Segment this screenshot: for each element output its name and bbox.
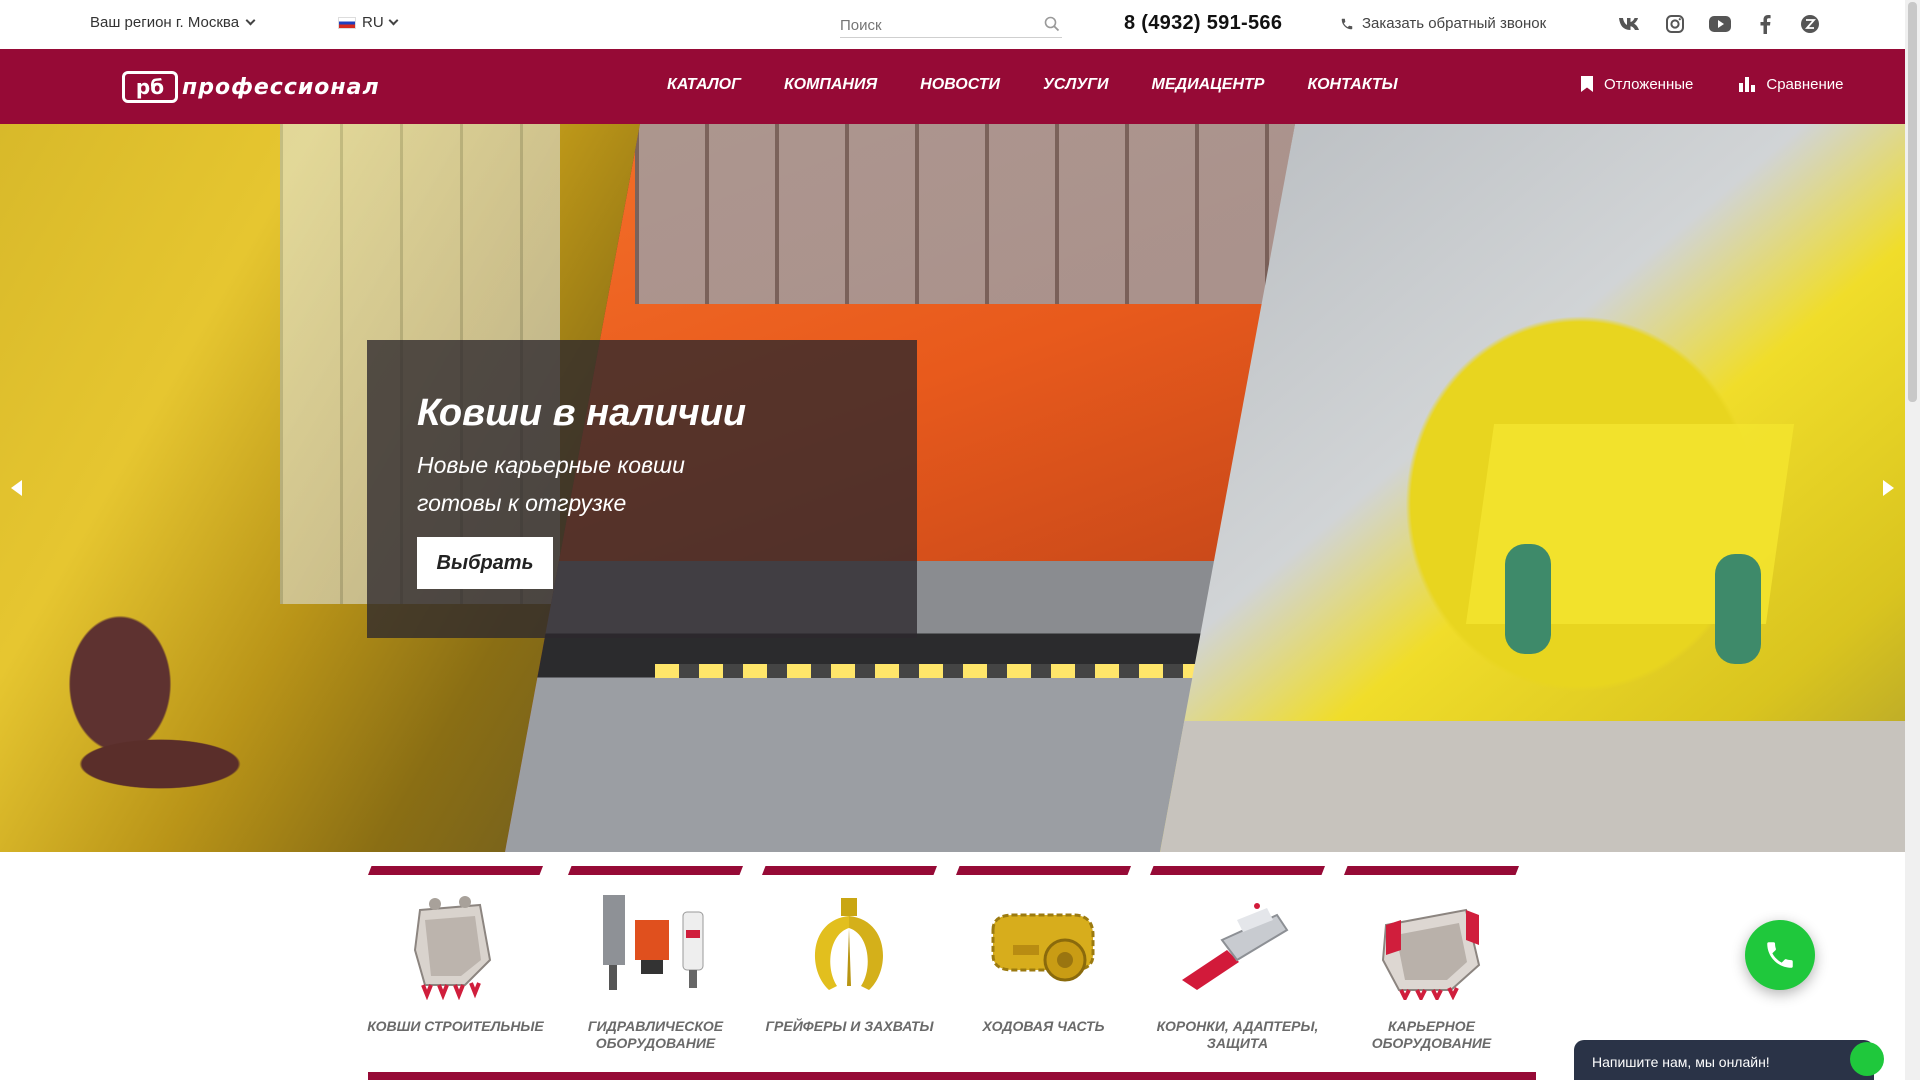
chat-widget[interactable]: Напишите нам, мы онлайн! <box>1574 1040 1884 1080</box>
category-bar <box>368 866 543 875</box>
hero-title: Ковши в наличии <box>417 392 747 434</box>
category-label: ХОДОВАЯ ЧАСТЬ <box>982 1018 1105 1034</box>
bar-chart-icon <box>1739 77 1756 92</box>
category-hydraulic[interactable]: ГИДРАВЛИЧЕСКОЕ ОБОРУДОВАНИЕ <box>568 866 743 1080</box>
chevron-down-icon <box>388 15 399 26</box>
region-selector[interactable]: Ваш регион г. Москва <box>90 14 256 31</box>
mining-bucket-icon <box>1381 908 1481 1000</box>
scrollbar-thumb[interactable] <box>1908 2 1917 402</box>
bucket-detail <box>1715 554 1761 664</box>
nav-mediacenter[interactable]: МЕДИАЦЕНТР <box>1152 76 1265 94</box>
logo-text: профессионал <box>182 74 380 100</box>
social-links <box>1618 12 1822 36</box>
category-bar <box>568 866 743 875</box>
category-bar <box>956 866 1131 875</box>
category-label: КОВШИ СТРОИТЕЛЬНЫЕ <box>367 1018 544 1034</box>
construction-bucket-icon <box>413 896 492 1000</box>
hero-caption: Ковши в наличии Новые карьерные ковши го… <box>367 340 917 638</box>
language-selector[interactable]: RU <box>338 14 399 31</box>
saved-label: Отложенные <box>1604 75 1694 93</box>
category-bottom-rule <box>368 1072 1536 1080</box>
category-label: КАРЬЕРНОЕ ОБОРУДОВАНИЕ <box>1371 1018 1492 1051</box>
category-construction-buckets[interactable]: КОВШИ СТРОИТЕЛЬНЫЕ <box>367 866 544 1080</box>
hydraulic-equipment-icon <box>603 895 704 990</box>
slider-prev-arrow-icon[interactable] <box>11 480 22 496</box>
category-bar <box>762 866 937 875</box>
search-icon[interactable] <box>1044 16 1060 32</box>
saved-link[interactable]: Отложенные <box>1580 75 1693 93</box>
compare-label: Сравнение <box>1766 75 1844 93</box>
nav-services[interactable]: УСЛУГИ <box>1043 76 1109 94</box>
logo-mark: рб <box>122 71 178 103</box>
vk-icon[interactable] <box>1618 12 1642 36</box>
slider-next-arrow-icon[interactable] <box>1883 480 1894 496</box>
bucket-detail <box>1505 544 1551 654</box>
nav-catalog[interactable]: КАТАЛОГ <box>667 76 741 94</box>
hero-cta-button[interactable]: Выбрать <box>417 537 553 589</box>
search-box <box>840 13 1062 38</box>
grapple-icon <box>815 898 883 990</box>
compare-link[interactable]: Сравнение <box>1738 75 1844 93</box>
region-label: Ваш регион г. Москва <box>90 14 240 31</box>
phone-icon <box>1341 18 1353 29</box>
chat-label: Напишите нам, мы онлайн! <box>1592 1054 1770 1070</box>
category-strip: КОВШИ СТРОИТЕЛЬНЫЕ ГИДРАВЛИЧЕСКОЕ ОБОРУД… <box>367 866 1536 1080</box>
category-mining-equipment[interactable]: КАРЬЕРНОЕ ОБОРУДОВАНИЕ <box>1344 866 1519 1080</box>
teeth-adapters-icon <box>1182 903 1289 990</box>
nav-company[interactable]: КОМПАНИЯ <box>784 76 877 94</box>
category-bar <box>1344 866 1519 875</box>
chevron-down-icon <box>245 15 256 26</box>
top-bar: Ваш регион г. Москва RU 8 (4932) 591-566… <box>0 0 1905 49</box>
hero-slider: Ковши в наличии Новые карьерные ковши го… <box>0 124 1905 852</box>
scrollbar[interactable] <box>1905 0 1920 1080</box>
category-label: ГРЕЙФЕРЫ И ЗАХВАТЫ <box>765 1018 934 1034</box>
chat-status-icon <box>1850 1042 1884 1076</box>
main-navbar: рб профессионал КАТАЛОГ КОМПАНИЯ НОВОСТИ… <box>0 49 1905 124</box>
logo[interactable]: рб профессионал <box>122 71 380 103</box>
nav-links: КАТАЛОГ КОМПАНИЯ НОВОСТИ УСЛУГИ МЕДИАЦЕН… <box>667 76 1441 94</box>
undercarriage-icon <box>991 913 1095 982</box>
page: Ваш регион г. Москва RU 8 (4932) 591-566… <box>0 0 1920 1080</box>
category-undercarriage[interactable]: ХОДОВАЯ ЧАСТЬ <box>956 866 1131 1080</box>
nav-contacts[interactable]: КОНТАКТЫ <box>1307 76 1397 94</box>
callback-label: Заказать обратный звонок <box>1362 15 1547 32</box>
nav-user-actions: Отложенные Сравнение <box>1580 75 1844 93</box>
russia-flag-icon <box>338 16 356 29</box>
call-floating-button[interactable] <box>1745 920 1815 990</box>
search-input[interactable] <box>840 16 1030 34</box>
youtube-icon[interactable] <box>1708 12 1732 36</box>
category-label: ГИДРАВЛИЧЕСКОЕ ОБОРУДОВАНИЕ <box>587 1018 724 1051</box>
facebook-icon[interactable] <box>1753 12 1777 36</box>
callback-link[interactable]: Заказать обратный звонок <box>1340 15 1546 32</box>
zen-icon[interactable] <box>1798 12 1822 36</box>
category-bar <box>1150 866 1325 875</box>
category-label: КОРОНКИ, АДАПТЕРЫ, ЗАЩИТА <box>1156 1018 1319 1051</box>
hero-subtitle: Новые карьерные ковши готовы к отгрузке <box>417 452 685 516</box>
phone-icon <box>1767 942 1793 968</box>
instagram-icon[interactable] <box>1663 12 1687 36</box>
nav-news[interactable]: НОВОСТИ <box>920 76 1000 94</box>
phone-number[interactable]: 8 (4932) 591-566 <box>1124 12 1282 35</box>
category-teeth-adapters[interactable]: КОРОНКИ, АДАПТЕРЫ, ЗАЩИТА <box>1150 866 1325 1080</box>
language-label: RU <box>362 14 384 31</box>
category-grapples[interactable]: ГРЕЙФЕРЫ И ЗАХВАТЫ <box>762 866 937 1080</box>
bookmark-icon <box>1581 76 1593 92</box>
